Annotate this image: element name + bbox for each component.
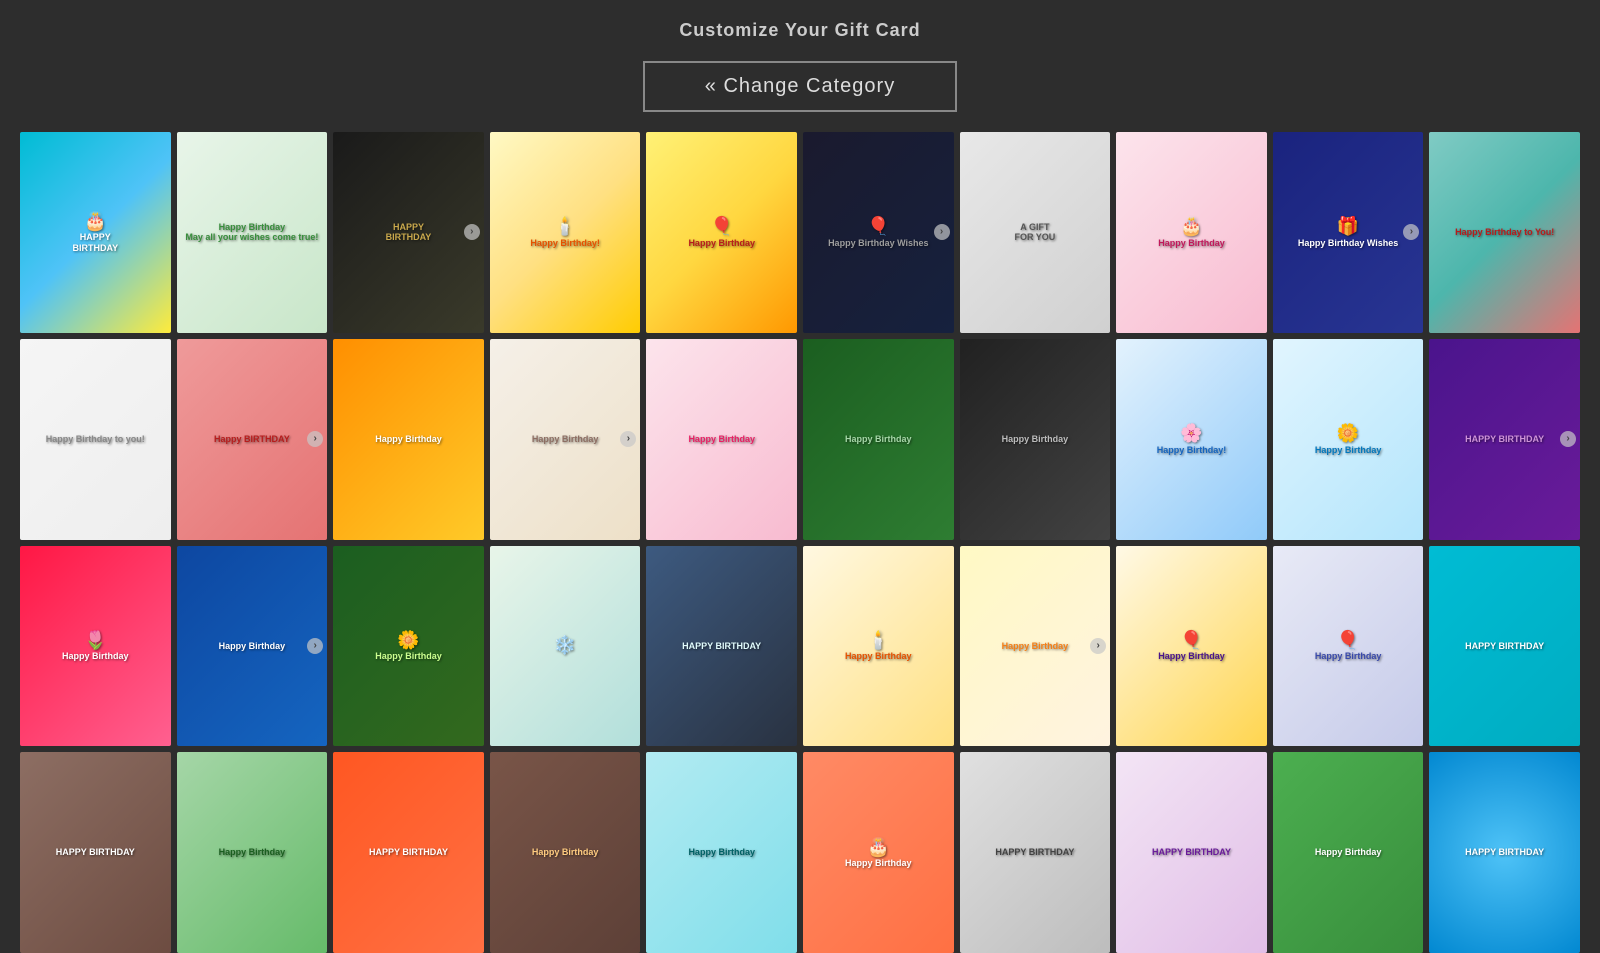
card-text-21: 🌷Happy Birthday	[58, 626, 133, 666]
gift-card-15[interactable]: Happy Birthday	[646, 339, 797, 540]
gift-card-35[interactable]: Happy Birthday	[646, 752, 797, 953]
card-text-7: A GIFTFOR YOU	[1010, 218, 1059, 248]
card-text-38: HAPPY BIRTHDAY	[1148, 843, 1235, 862]
card-text-26: 🕯️Happy Birthday	[841, 626, 916, 666]
gift-card-23[interactable]: 🌼Happy Birthday	[333, 546, 484, 747]
card-arrow-20: ›	[1560, 431, 1576, 447]
card-text-4: 🕯️Happy Birthday!	[526, 212, 604, 252]
card-text-10: Happy Birthday to You!	[1451, 223, 1558, 242]
gift-card-26[interactable]: 🕯️Happy Birthday	[803, 546, 954, 747]
gift-card-24[interactable]: ❄️	[490, 546, 641, 747]
gift-card-20[interactable]: HAPPY BIRTHDAY ›	[1429, 339, 1580, 540]
gift-card-40[interactable]: HAPPY BIRTHDAY	[1429, 752, 1580, 953]
gift-card-31[interactable]: HAPPY BIRTHDAY	[20, 752, 171, 953]
gift-card-37[interactable]: HAPPY BIRTHDAY	[960, 752, 1111, 953]
gift-card-11[interactable]: Happy Birthday to you!	[20, 339, 171, 540]
gift-card-6[interactable]: 🎈Happy Birthday Wishes›	[803, 132, 954, 333]
card-text-1: 🎂HAPPYBIRTHDAY	[68, 207, 122, 258]
card-text-6: 🎈Happy Birthday Wishes	[824, 212, 932, 252]
card-arrow-22: ›	[307, 638, 323, 654]
change-category-button[interactable]: « Change Category	[643, 61, 957, 112]
gift-card-27[interactable]: Happy Birthday ›	[960, 546, 1111, 747]
gift-card-7[interactable]: A GIFTFOR YOU	[960, 132, 1111, 333]
card-text-19: 🌼Happy Birthday	[1311, 419, 1386, 459]
card-text-37: HAPPY BIRTHDAY	[991, 843, 1078, 862]
card-text-30: HAPPY BIRTHDAY	[1461, 637, 1548, 656]
gift-card-38[interactable]: HAPPY BIRTHDAY	[1116, 752, 1267, 953]
card-text-9: 🎁Happy Birthday Wishes	[1294, 212, 1402, 252]
card-arrow-6: ›	[934, 224, 950, 240]
gift-card-2[interactable]: Happy BirthdayMay all your wishes come t…	[177, 132, 328, 333]
card-text-12: Happy BIRTHDAY	[210, 430, 294, 449]
gift-card-36[interactable]: 🎂Happy Birthday	[803, 752, 954, 953]
card-text-35: Happy Birthday	[684, 843, 759, 862]
card-text-31: HAPPY BIRTHDAY	[52, 843, 139, 862]
page-container: Customize Your Gift Card « Change Catego…	[0, 0, 1600, 953]
card-text-22: Happy Birthday	[215, 637, 290, 656]
gift-card-19[interactable]: 🌼Happy Birthday	[1273, 339, 1424, 540]
gift-card-1[interactable]: 🎂HAPPYBIRTHDAY	[20, 132, 171, 333]
card-text-11: Happy Birthday to you!	[42, 430, 149, 449]
gift-card-10[interactable]: Happy Birthday to You!	[1429, 132, 1580, 333]
cards-grid: 🎂HAPPYBIRTHDAY Happy BirthdayMay all your…	[0, 132, 1600, 953]
card-text-23: 🌼Happy Birthday	[371, 626, 446, 666]
card-text-14: Happy Birthday	[528, 430, 603, 449]
card-text-20: HAPPY BIRTHDAY	[1461, 430, 1548, 449]
card-text-16: Happy Birthday	[841, 430, 916, 449]
card-arrow-14: ›	[620, 431, 636, 447]
card-text-36: 🎂Happy Birthday	[841, 833, 916, 873]
card-text-32: Happy Birthday	[215, 843, 290, 862]
card-arrow-27: ›	[1090, 638, 1106, 654]
card-arrow-3: ›	[464, 224, 480, 240]
gift-card-22[interactable]: Happy Birthday ›	[177, 546, 328, 747]
card-text-15: Happy Birthday	[684, 430, 759, 449]
gift-card-5[interactable]: 🎈Happy Birthday	[646, 132, 797, 333]
gift-card-14[interactable]: Happy Birthday ›	[490, 339, 641, 540]
card-arrow-12: ›	[307, 431, 323, 447]
gift-card-29[interactable]: 🎈Happy Birthday	[1273, 546, 1424, 747]
gift-card-21[interactable]: 🌷Happy Birthday	[20, 546, 171, 747]
gift-card-33[interactable]: HAPPY BIRTHDAY	[333, 752, 484, 953]
gift-card-8[interactable]: 🎂Happy Birthday	[1116, 132, 1267, 333]
gift-card-18[interactable]: 🌸Happy Birthday!	[1116, 339, 1267, 540]
gift-card-39[interactable]: Happy Birthday	[1273, 752, 1424, 953]
gift-card-28[interactable]: 🎈Happy Birthday	[1116, 546, 1267, 747]
card-text-18: 🌸Happy Birthday!	[1153, 419, 1231, 459]
gift-card-4[interactable]: 🕯️Happy Birthday!	[490, 132, 641, 333]
card-text-40: HAPPY BIRTHDAY	[1461, 843, 1548, 862]
card-text-13: Happy Birthday	[371, 430, 446, 449]
card-text-3: HAPPYBIRTHDAY	[382, 218, 436, 248]
card-text-5: 🎈Happy Birthday	[684, 212, 759, 252]
card-text-24: ❄️	[550, 631, 580, 661]
card-text-17: Happy Birthday	[998, 430, 1073, 449]
gift-card-17[interactable]: Happy Birthday	[960, 339, 1111, 540]
card-text-8: 🎂Happy Birthday	[1154, 212, 1229, 252]
card-text-2: Happy BirthdayMay all your wishes come t…	[181, 218, 322, 248]
card-text-25: HAPPY BIRTHDAY	[678, 637, 765, 656]
card-text-34: Happy Birthday	[528, 843, 603, 862]
gift-card-16[interactable]: Happy Birthday	[803, 339, 954, 540]
card-text-28: 🎈Happy Birthday	[1154, 626, 1229, 666]
gift-card-30[interactable]: HAPPY BIRTHDAY	[1429, 546, 1580, 747]
gift-card-3[interactable]: HAPPYBIRTHDAY ›	[333, 132, 484, 333]
gift-card-12[interactable]: Happy BIRTHDAY ›	[177, 339, 328, 540]
gift-card-9[interactable]: 🎁Happy Birthday Wishes›	[1273, 132, 1424, 333]
gift-card-13[interactable]: Happy Birthday	[333, 339, 484, 540]
gift-card-34[interactable]: Happy Birthday	[490, 752, 641, 953]
card-arrow-9: ›	[1403, 224, 1419, 240]
card-text-27: Happy Birthday	[998, 637, 1073, 656]
page-title: Customize Your Gift Card	[0, 0, 1600, 51]
gift-card-25[interactable]: HAPPY BIRTHDAY	[646, 546, 797, 747]
card-text-29: 🎈Happy Birthday	[1311, 626, 1386, 666]
card-text-39: Happy Birthday	[1311, 843, 1386, 862]
card-text-33: HAPPY BIRTHDAY	[365, 843, 452, 862]
gift-card-32[interactable]: Happy Birthday	[177, 752, 328, 953]
